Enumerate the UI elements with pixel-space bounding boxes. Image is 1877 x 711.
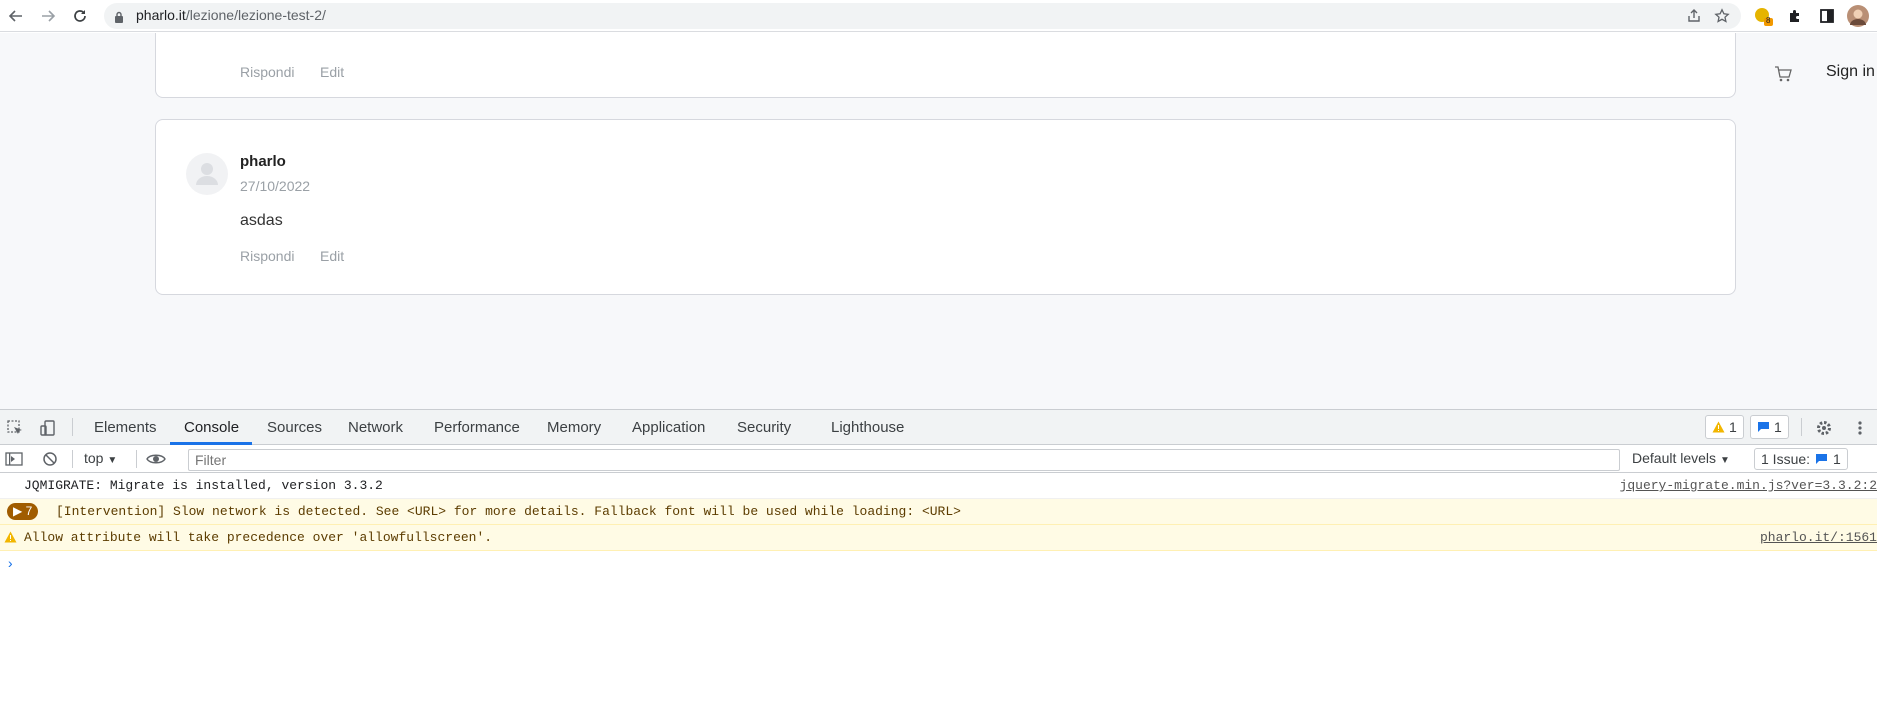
log-message: [Intervention] Slow network is detected.… xyxy=(56,504,961,519)
side-panel-icon[interactable] xyxy=(1816,5,1838,27)
tab-performance[interactable]: Performance xyxy=(434,419,520,436)
context-selector[interactable]: top ▼ xyxy=(84,450,117,466)
lock-icon xyxy=(114,10,124,28)
share-icon[interactable] xyxy=(1685,7,1703,25)
log-entry-warning: Allow attribute will take precedence ove… xyxy=(0,525,1877,551)
profile-avatar[interactable] xyxy=(1847,5,1869,27)
cart-icon[interactable] xyxy=(1773,64,1793,84)
devtools-panel: Elements Console Sources Network Perform… xyxy=(0,409,1877,711)
device-toolbar-icon[interactable] xyxy=(38,418,58,438)
back-arrow-icon[interactable] xyxy=(5,5,27,27)
tab-lighthouse[interactable]: Lighthouse xyxy=(831,419,904,436)
user-avatar-icon xyxy=(186,153,228,195)
extension-badge: 8 xyxy=(1766,16,1771,25)
log-levels-dropdown[interactable]: Default levels ▼ xyxy=(1632,450,1730,466)
tab-sources[interactable]: Sources xyxy=(267,419,322,436)
reply-link[interactable]: Rispondi xyxy=(240,248,294,264)
expand-triangle-icon: ▶ xyxy=(13,504,23,518)
tab-security[interactable]: Security xyxy=(737,419,791,436)
puzzle-extensions-icon[interactable] xyxy=(1784,5,1806,27)
divider xyxy=(72,450,73,468)
log-source-link[interactable]: jquery-migrate.min.js?ver=3.3.2:2 xyxy=(1620,478,1877,493)
sidebar-toggle-icon[interactable] xyxy=(4,449,24,469)
page-viewport: Rispondi Edit pharlo 27/10/2022 asdas Ri… xyxy=(0,33,1877,409)
issues-button[interactable]: 1 Issue: 1 xyxy=(1754,448,1848,470)
reload-icon[interactable] xyxy=(69,5,91,27)
filter-input[interactable] xyxy=(188,449,1620,471)
console-log-list: JQMIGRATE: Migrate is installed, version… xyxy=(0,473,1877,577)
live-expression-eye-icon[interactable] xyxy=(146,449,166,469)
divider xyxy=(72,418,73,436)
url-text: pharlo.it/lezione/lezione-test-2/ xyxy=(136,7,326,23)
sign-in-link[interactable]: Sign in xyxy=(1826,63,1875,81)
clear-console-icon[interactable] xyxy=(40,449,60,469)
log-message: Allow attribute will take precedence ove… xyxy=(24,530,493,545)
tab-network[interactable]: Network xyxy=(348,419,403,436)
message-counter[interactable]: 1 xyxy=(1750,415,1789,439)
log-source-link[interactable]: pharlo.it/:1561 xyxy=(1760,530,1877,545)
divider xyxy=(136,450,137,468)
divider xyxy=(1801,418,1802,436)
console-toolbar: top ▼ Default levels ▼ 1 Issue: 1 xyxy=(0,445,1877,473)
tab-elements[interactable]: Elements xyxy=(94,419,157,436)
warning-icon xyxy=(1712,421,1725,433)
devtools-tab-bar: Elements Console Sources Network Perform… xyxy=(0,410,1877,445)
warning-icon xyxy=(4,531,17,547)
repeat-count-badge[interactable]: ▶ 7 xyxy=(7,503,39,520)
message-icon xyxy=(1816,454,1828,464)
console-prompt-row[interactable]: › xyxy=(0,551,1877,577)
message-icon xyxy=(1758,422,1769,432)
comment-card: pharlo 27/10/2022 asdas Rispondi Edit xyxy=(155,119,1736,295)
comment-card-previous: Rispondi Edit xyxy=(155,33,1736,98)
edit-link[interactable]: Edit xyxy=(320,64,344,80)
log-message: JQMIGRATE: Migrate is installed, version… xyxy=(24,478,383,493)
settings-gear-icon[interactable] xyxy=(1814,418,1834,438)
tab-application[interactable]: Application xyxy=(632,419,705,436)
comment-author[interactable]: pharlo xyxy=(240,153,286,170)
dropdown-arrow-icon: ▼ xyxy=(107,455,118,466)
log-entry-warning: ▶ 7 [Intervention] Slow network is detec… xyxy=(0,499,1877,525)
warning-counter[interactable]: 1 xyxy=(1705,415,1744,439)
reply-link[interactable]: Rispondi xyxy=(240,64,294,80)
prompt-chevron-icon: › xyxy=(6,557,15,573)
comment-text: asdas xyxy=(240,212,283,229)
bookmark-star-icon[interactable] xyxy=(1713,7,1731,25)
more-options-icon[interactable] xyxy=(1850,418,1870,438)
tab-console[interactable]: Console xyxy=(184,419,239,436)
edit-link[interactable]: Edit xyxy=(320,248,344,264)
browser-toolbar: pharlo.it/lezione/lezione-test-2/ 8 xyxy=(0,0,1877,32)
tab-memory[interactable]: Memory xyxy=(547,419,601,436)
address-bar[interactable]: pharlo.it/lezione/lezione-test-2/ xyxy=(104,3,1741,29)
extension-coin-icon[interactable]: 8 xyxy=(1753,5,1775,27)
forward-arrow-icon[interactable] xyxy=(37,5,59,27)
log-entry: JQMIGRATE: Migrate is installed, version… xyxy=(0,473,1877,499)
comment-date: 27/10/2022 xyxy=(240,178,311,194)
dropdown-arrow-icon: ▼ xyxy=(1719,455,1730,466)
inspect-element-icon[interactable] xyxy=(5,418,25,438)
